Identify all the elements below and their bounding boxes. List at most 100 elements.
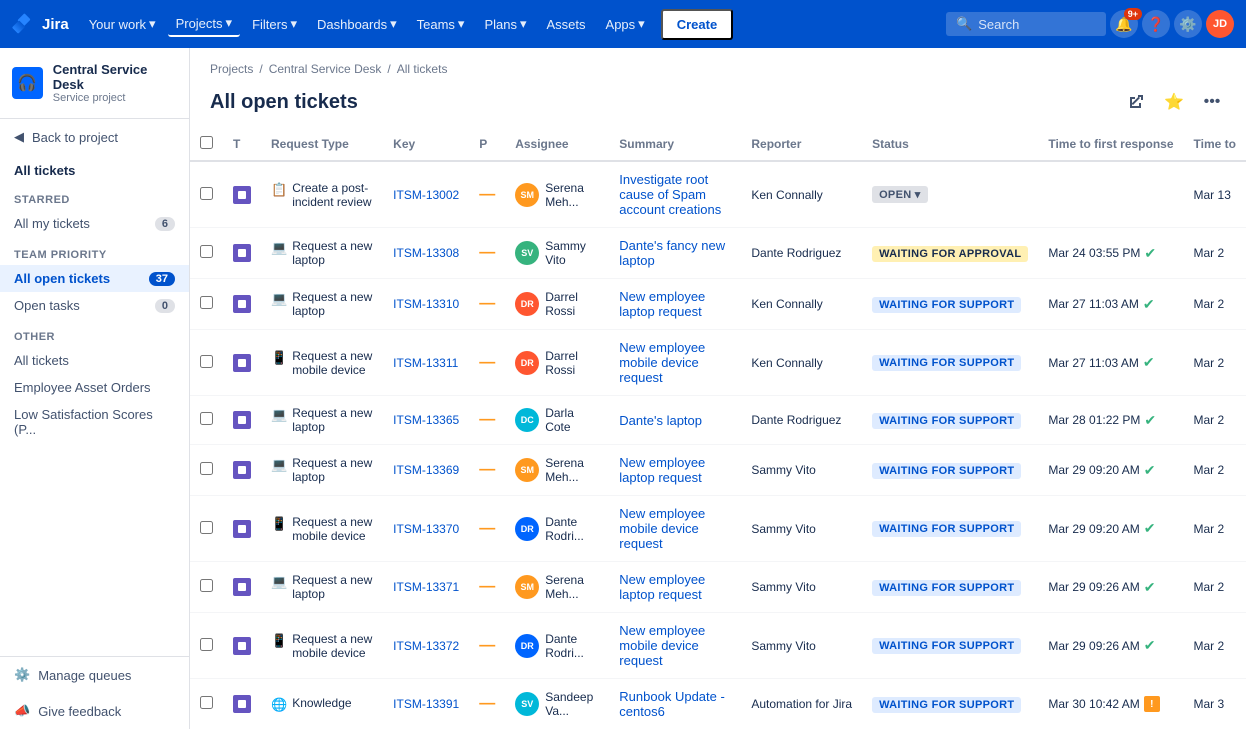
apps-menu[interactable]: Apps ▾	[598, 12, 653, 36]
req-type-label: Request a new laptop	[292, 406, 373, 434]
assignee-name: Serena Meh...	[545, 573, 599, 601]
notifications-button[interactable]: 🔔 9+	[1110, 10, 1138, 38]
summary-link[interactable]: Dante's laptop	[619, 413, 702, 428]
app-logo[interactable]: Jira	[12, 12, 69, 36]
breadcrumb-central-service-desk[interactable]: Central Service Desk	[269, 62, 382, 76]
row-checkbox[interactable]	[200, 579, 213, 592]
priority-icon: —	[479, 578, 495, 595]
summary-link[interactable]: New employee laptop request	[619, 572, 705, 602]
teams-menu[interactable]: Teams ▾	[409, 12, 473, 36]
status-badge[interactable]: WAITING FOR SUPPORT	[872, 463, 1021, 479]
summary-link[interactable]: New employee mobile device request	[619, 506, 705, 551]
row-checkbox[interactable]	[200, 462, 213, 475]
dashboards-menu[interactable]: Dashboards ▾	[309, 12, 405, 36]
ticket-type-icon	[233, 578, 251, 596]
time-first-response-cell: Mar 27 11:03 AM ✔	[1038, 279, 1183, 330]
assignee-name: Sandeep Va...	[545, 690, 599, 718]
col-key[interactable]: Key	[383, 128, 469, 161]
back-to-project-button[interactable]: ◀ Back to project	[0, 119, 189, 155]
summary-link[interactable]: Dante's fancy new laptop	[619, 238, 725, 268]
plans-menu[interactable]: Plans ▾	[476, 12, 534, 36]
status-badge[interactable]: WAITING FOR SUPPORT	[872, 355, 1021, 371]
ticket-key[interactable]: ITSM-13365	[383, 396, 469, 445]
summary-link[interactable]: New employee mobile device request	[619, 340, 705, 385]
summary-link[interactable]: New employee laptop request	[619, 455, 705, 485]
summary-link[interactable]: New employee mobile device request	[619, 623, 705, 668]
sidebar-item-all-my-tickets[interactable]: All my tickets 6	[0, 210, 189, 237]
ticket-key[interactable]: ITSM-13372	[383, 613, 469, 679]
row-checkbox[interactable]	[200, 296, 213, 309]
manage-queues-button[interactable]: ⚙️ Manage queues	[0, 657, 189, 693]
col-time-to[interactable]: Time to	[1184, 128, 1246, 161]
ticket-key[interactable]: ITSM-13308	[383, 228, 469, 279]
summary-link[interactable]: Runbook Update - centos6	[619, 689, 725, 719]
filters-menu[interactable]: Filters ▾	[244, 12, 305, 36]
search-bar[interactable]: 🔍 Search	[946, 12, 1106, 36]
open-tasks-badge: 0	[155, 299, 175, 313]
status-cell: WAITING FOR SUPPORT	[862, 562, 1038, 613]
summary-link[interactable]: Investigate root cause of Spam account c…	[619, 172, 721, 217]
help-button[interactable]: ❓	[1142, 10, 1170, 38]
all-open-tickets-badge: 37	[149, 272, 175, 286]
status-badge[interactable]: WAITING FOR SUPPORT	[872, 580, 1021, 596]
col-assignee[interactable]: Assignee	[505, 128, 609, 161]
row-checkbox[interactable]	[200, 696, 213, 709]
req-type-icon: 📱	[271, 350, 287, 366]
status-badge[interactable]: OPEN ▾	[872, 186, 928, 203]
open-external-icon[interactable]	[1122, 88, 1150, 116]
time-first-value: Mar 29 09:20 AM	[1048, 522, 1139, 536]
req-type-label: Knowledge	[292, 696, 351, 710]
assignee-name: Serena Meh...	[545, 456, 599, 484]
summary-link[interactable]: New employee laptop request	[619, 289, 705, 319]
ticket-key[interactable]: ITSM-13369	[383, 445, 469, 496]
ticket-key[interactable]: ITSM-13002	[383, 161, 469, 228]
ticket-key[interactable]: ITSM-13370	[383, 496, 469, 562]
sidebar-item-open-tasks[interactable]: Open tasks 0	[0, 292, 189, 319]
col-status[interactable]: Status	[862, 128, 1038, 161]
time-resolution-cell: Mar 13	[1184, 161, 1246, 228]
projects-menu[interactable]: Projects ▾	[168, 11, 241, 37]
row-checkbox[interactable]	[200, 355, 213, 368]
status-badge[interactable]: WAITING FOR SUPPORT	[872, 521, 1021, 537]
row-checkbox[interactable]	[200, 638, 213, 651]
status-badge[interactable]: WAITING FOR SUPPORT	[872, 697, 1021, 713]
ticket-key[interactable]: ITSM-13310	[383, 279, 469, 330]
create-button[interactable]: Create	[661, 9, 733, 40]
breadcrumb-all-tickets: All tickets	[397, 62, 448, 76]
row-checkbox[interactable]	[200, 245, 213, 258]
time-first-value: Mar 28 01:22 PM	[1048, 413, 1140, 427]
your-work-menu[interactable]: Your work ▾	[81, 12, 164, 36]
sidebar-item-employee-asset-orders[interactable]: Employee Asset Orders	[0, 374, 189, 401]
col-request-type[interactable]: Request Type	[261, 128, 383, 161]
ticket-key[interactable]: ITSM-13391	[383, 679, 469, 729]
sidebar-item-all-tickets[interactable]: All tickets	[0, 347, 189, 374]
give-feedback-button[interactable]: 📣 Give feedback	[0, 693, 189, 729]
row-checkbox[interactable]	[200, 521, 213, 534]
col-priority[interactable]: P	[469, 128, 505, 161]
select-all-checkbox[interactable]	[200, 136, 213, 149]
col-reporter[interactable]: Reporter	[741, 128, 862, 161]
status-badge[interactable]: WAITING FOR SUPPORT	[872, 638, 1021, 654]
req-type-icon: 💻	[271, 457, 287, 473]
star-icon[interactable]: ⭐	[1160, 88, 1188, 116]
col-summary[interactable]: Summary	[609, 128, 741, 161]
more-options-icon[interactable]: •••	[1198, 88, 1226, 116]
col-type[interactable]: T	[223, 128, 261, 161]
settings-button[interactable]: ⚙️	[1174, 10, 1202, 38]
status-badge[interactable]: WAITING FOR SUPPORT	[872, 297, 1021, 313]
breadcrumb-projects[interactable]: Projects	[210, 62, 253, 76]
sidebar-item-low-satisfaction-scores[interactable]: Low Satisfaction Scores (P...	[0, 401, 189, 443]
assets-menu[interactable]: Assets	[539, 13, 594, 36]
ticket-key[interactable]: ITSM-13371	[383, 562, 469, 613]
row-checkbox[interactable]	[200, 412, 213, 425]
status-badge[interactable]: WAITING FOR SUPPORT	[872, 413, 1021, 429]
user-avatar[interactable]: JD	[1206, 10, 1234, 38]
col-time-first-response[interactable]: Time to first response	[1038, 128, 1183, 161]
sidebar-item-all-open-tickets[interactable]: All open tickets 37	[0, 265, 189, 292]
req-type-label: Request a new mobile device	[292, 515, 373, 543]
status-badge[interactable]: WAITING FOR APPROVAL	[872, 246, 1028, 262]
row-checkbox[interactable]	[200, 187, 213, 200]
priority-icon: —	[479, 244, 495, 261]
ticket-key[interactable]: ITSM-13311	[383, 330, 469, 396]
give-feedback-icon: 📣	[14, 703, 30, 719]
